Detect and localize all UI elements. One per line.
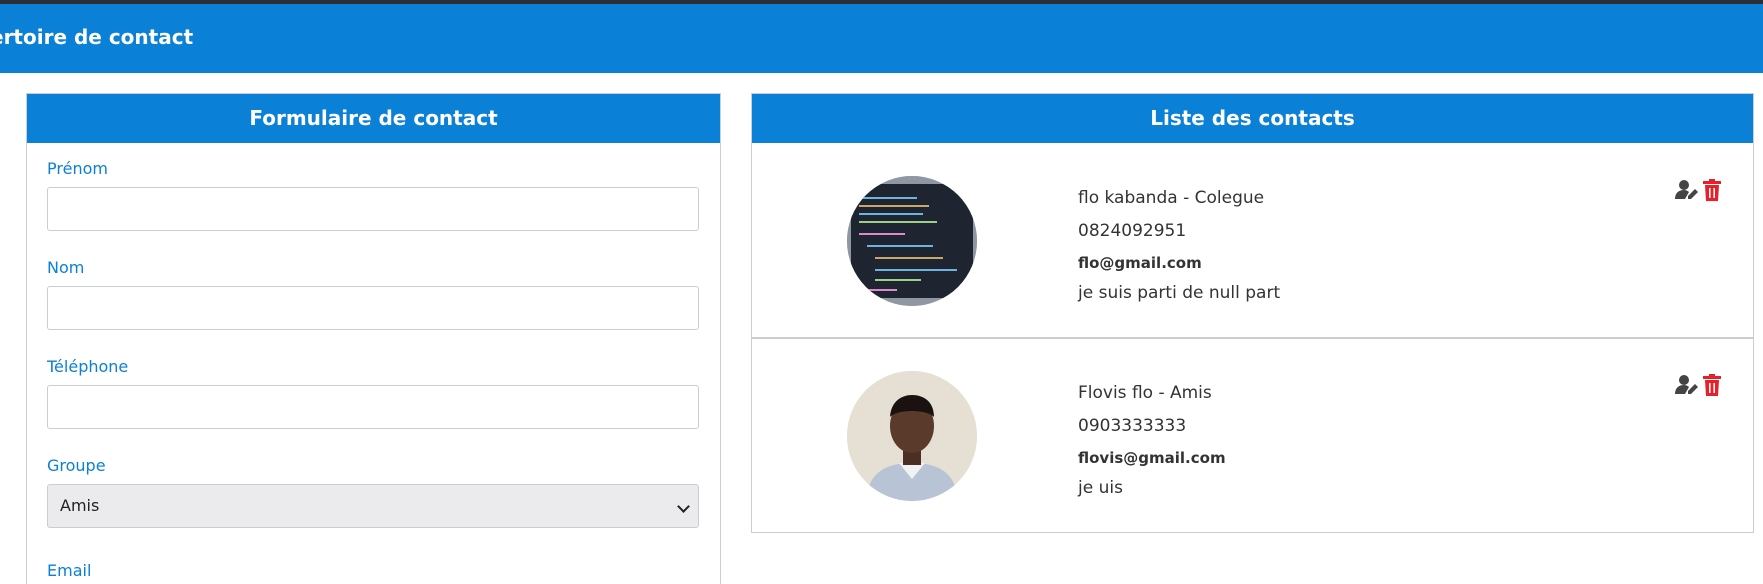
form-title: Formulaire de contact xyxy=(27,94,720,143)
user-edit-icon[interactable] xyxy=(1675,374,1699,396)
user-edit-icon[interactable] xyxy=(1675,179,1699,201)
phone-label: Téléphone xyxy=(47,357,129,376)
contact-email: flo@gmail.com xyxy=(1078,254,1202,272)
group-select[interactable]: Amis xyxy=(47,484,699,528)
lastname-input[interactable] xyxy=(47,286,699,330)
firstname-label: Prénom xyxy=(47,159,108,178)
person-portrait-image xyxy=(847,371,977,501)
firstname-input[interactable] xyxy=(47,187,699,231)
app-title: ertoire de contact xyxy=(0,25,194,49)
contact-name: flo kabanda - Colegue xyxy=(1078,188,1265,208)
contact-form-panel: Formulaire de contact Prénom Nom Télépho… xyxy=(26,93,721,584)
group-label: Groupe xyxy=(47,456,106,475)
contact-actions xyxy=(1675,374,1725,396)
code-screenshot-image xyxy=(847,176,977,306)
contact-name: Flovis flo - Amis xyxy=(1078,383,1212,403)
avatar xyxy=(847,176,977,306)
contact-card: Flovis flo - Amis 0903333333 flovis@gmai… xyxy=(752,339,1753,532)
group-select-value: Amis xyxy=(60,496,100,515)
list-title: Liste des contacts xyxy=(752,94,1753,143)
avatar xyxy=(847,371,977,501)
contact-phone: 0824092951 xyxy=(1078,221,1187,241)
lastname-label: Nom xyxy=(47,258,85,277)
contact-phone: 0903333333 xyxy=(1078,416,1187,436)
trash-icon[interactable] xyxy=(1703,179,1721,201)
chevron-down-icon xyxy=(677,500,690,513)
trash-icon[interactable] xyxy=(1703,374,1721,396)
app-header: ertoire de contact xyxy=(0,4,1763,73)
contact-actions xyxy=(1675,179,1725,201)
email-label: Email xyxy=(47,561,92,580)
contact-email: flovis@gmail.com xyxy=(1078,449,1226,467)
phone-input[interactable] xyxy=(47,385,699,429)
contact-description: je suis parti de null part xyxy=(1078,283,1281,303)
contact-description: je uis xyxy=(1078,478,1123,498)
contact-list-panel: Liste des contacts flo kabanda - Colegue… xyxy=(751,93,1754,533)
contact-card: flo kabanda - Colegue 0824092951 flo@gma… xyxy=(752,144,1753,339)
